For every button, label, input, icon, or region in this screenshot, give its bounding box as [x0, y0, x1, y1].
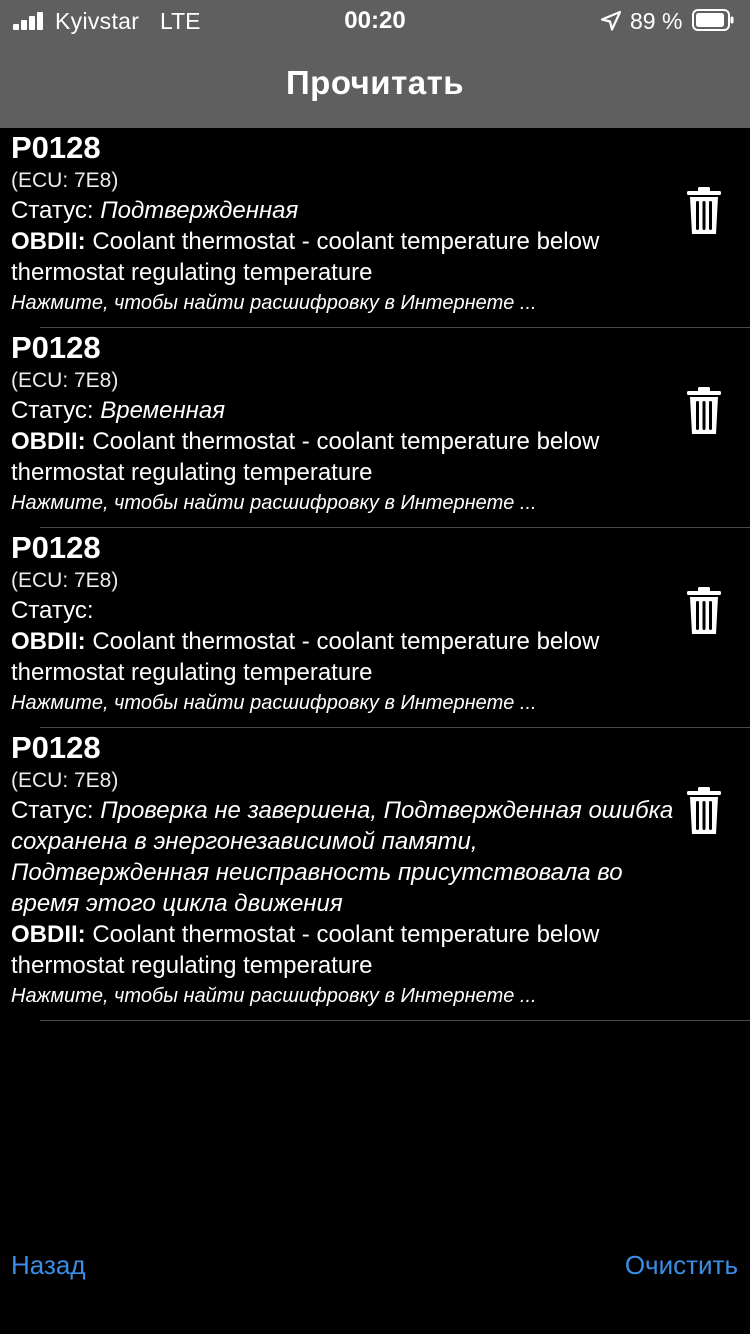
dtc-code: P0128 [11, 130, 101, 165]
status-label: Статус: [11, 397, 94, 424]
list-item[interactable]: P0128 (ECU: 7E8) Статус: Проверка не зав… [0, 728, 750, 1020]
search-online-hint[interactable]: Нажмите, чтобы найти расшифровку в Интер… [11, 981, 680, 1017]
battery-percent: 89 % [630, 8, 683, 34]
trouble-code-list: P0128 (ECU: 7E8) Статус: Подтвержденная … [0, 128, 750, 1021]
obd-description: OBDII: Coolant thermostat - coolant temp… [11, 919, 680, 981]
status-line: Статус: Временная [11, 395, 680, 426]
dtc-code: P0128 [11, 530, 101, 565]
status-line: Статус: Подтвержденная [11, 195, 680, 226]
obd-label: OBDII: [11, 228, 86, 255]
obd-description: OBDII: Coolant thermostat - coolant temp… [11, 626, 680, 688]
dtc-code: P0128 [11, 730, 101, 765]
obd-text: Coolant thermostat - coolant temperature… [11, 921, 600, 979]
obd-text: Coolant thermostat - coolant temperature… [11, 228, 600, 286]
status-label: Статус: [11, 197, 94, 224]
obd-text: Coolant thermostat - coolant temperature… [11, 628, 600, 686]
location-arrow-icon [600, 10, 622, 31]
status-value: Подтвержденная [100, 197, 299, 224]
trash-icon[interactable] [686, 386, 722, 436]
trash-icon[interactable] [686, 786, 722, 836]
ecu-address: (ECU: 7E8) [11, 369, 119, 392]
obd-label: OBDII: [11, 428, 86, 455]
page-title: Прочитать [285, 64, 465, 101]
status-value: Временная [100, 397, 226, 424]
ecu-address: (ECU: 7E8) [11, 569, 119, 592]
back-button[interactable]: Назад [11, 1250, 86, 1281]
ecu-address: (ECU: 7E8) [11, 769, 119, 792]
obd-description: OBDII: Coolant thermostat - coolant temp… [11, 226, 680, 288]
list-item[interactable]: P0128 (ECU: 7E8) Статус: OBDII: Coolant … [0, 528, 750, 727]
navigation-header: Kyivstar LTE 00:20 89 % Прочитать [0, 0, 750, 128]
list-item[interactable]: P0128 (ECU: 7E8) Статус: Подтвержденная … [0, 128, 750, 327]
trash-icon[interactable] [686, 186, 722, 236]
obd-label: OBDII: [11, 628, 86, 655]
dtc-code: P0128 [11, 330, 101, 365]
list-item[interactable]: P0128 (ECU: 7E8) Статус: Временная OBDII… [0, 328, 750, 527]
search-online-hint[interactable]: Нажмите, чтобы найти расшифровку в Интер… [11, 288, 680, 324]
status-line: Статус: Проверка не завершена, Подтвержд… [11, 795, 680, 919]
battery-icon [692, 9, 734, 31]
row-divider [40, 1020, 750, 1021]
status-label: Статус: [11, 597, 94, 624]
ecu-address: (ECU: 7E8) [11, 169, 119, 192]
trash-icon[interactable] [686, 586, 722, 636]
status-label: Статус: [11, 797, 94, 824]
clear-button[interactable]: Очистить [625, 1250, 738, 1281]
search-online-hint[interactable]: Нажмите, чтобы найти расшифровку в Интер… [11, 488, 680, 524]
status-line: Статус: [11, 595, 680, 626]
obd-text: Coolant thermostat - coolant temperature… [11, 428, 600, 486]
status-value: Проверка не завершена, Подтвержденная ош… [11, 797, 674, 917]
status-bar: Kyivstar LTE 00:20 89 % [0, 0, 750, 40]
obd-label: OBDII: [11, 921, 86, 948]
search-online-hint[interactable]: Нажмите, чтобы найти расшифровку в Интер… [11, 688, 680, 724]
obd-description: OBDII: Coolant thermostat - coolant temp… [11, 426, 680, 488]
